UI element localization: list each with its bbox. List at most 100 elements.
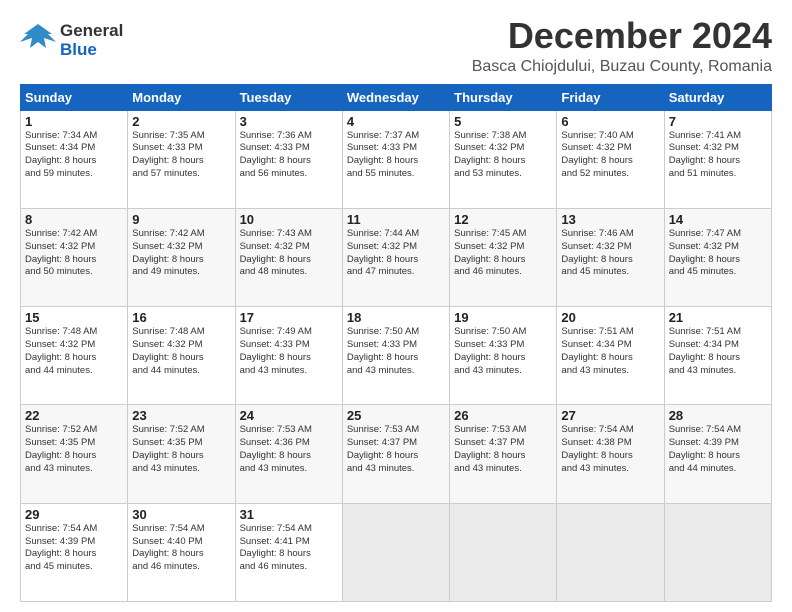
- day-number: 26: [454, 408, 552, 423]
- calendar-cell: [450, 503, 557, 601]
- calendar-cell: [342, 503, 449, 601]
- day-number: 27: [561, 408, 659, 423]
- day-info: Sunrise: 7:43 AMSunset: 4:32 PMDaylight:…: [240, 228, 312, 277]
- col-wednesday: Wednesday: [342, 84, 449, 110]
- calendar-week-row: 8 Sunrise: 7:42 AMSunset: 4:32 PMDayligh…: [21, 208, 772, 306]
- calendar-cell: 9 Sunrise: 7:42 AMSunset: 4:32 PMDayligh…: [128, 208, 235, 306]
- calendar-cell: 19 Sunrise: 7:50 AMSunset: 4:33 PMDaylig…: [450, 307, 557, 405]
- calendar-cell: 31 Sunrise: 7:54 AMSunset: 4:41 PMDaylig…: [235, 503, 342, 601]
- day-number: 11: [347, 212, 445, 227]
- day-number: 23: [132, 408, 230, 423]
- calendar-cell: 6 Sunrise: 7:40 AMSunset: 4:32 PMDayligh…: [557, 110, 664, 208]
- day-number: 8: [25, 212, 123, 227]
- day-number: 24: [240, 408, 338, 423]
- day-info: Sunrise: 7:42 AMSunset: 4:32 PMDaylight:…: [25, 228, 97, 277]
- day-number: 19: [454, 310, 552, 325]
- calendar-cell: 22 Sunrise: 7:52 AMSunset: 4:35 PMDaylig…: [21, 405, 128, 503]
- page: General Blue December 2024 Basca Chiojdu…: [0, 0, 792, 612]
- col-sunday: Sunday: [21, 84, 128, 110]
- calendar-cell: 27 Sunrise: 7:54 AMSunset: 4:38 PMDaylig…: [557, 405, 664, 503]
- col-friday: Friday: [557, 84, 664, 110]
- calendar-cell: 3 Sunrise: 7:36 AMSunset: 4:33 PMDayligh…: [235, 110, 342, 208]
- day-number: 2: [132, 114, 230, 129]
- day-info: Sunrise: 7:35 AMSunset: 4:33 PMDaylight:…: [132, 130, 204, 179]
- day-info: Sunrise: 7:41 AMSunset: 4:32 PMDaylight:…: [669, 130, 741, 179]
- day-number: 18: [347, 310, 445, 325]
- day-info: Sunrise: 7:51 AMSunset: 4:34 PMDaylight:…: [669, 326, 741, 375]
- calendar-week-row: 1 Sunrise: 7:34 AMSunset: 4:34 PMDayligh…: [21, 110, 772, 208]
- calendar-cell: 17 Sunrise: 7:49 AMSunset: 4:33 PMDaylig…: [235, 307, 342, 405]
- day-info: Sunrise: 7:48 AMSunset: 4:32 PMDaylight:…: [132, 326, 204, 375]
- col-monday: Monday: [128, 84, 235, 110]
- col-saturday: Saturday: [664, 84, 771, 110]
- day-info: Sunrise: 7:50 AMSunset: 4:33 PMDaylight:…: [454, 326, 526, 375]
- calendar-cell: 13 Sunrise: 7:46 AMSunset: 4:32 PMDaylig…: [557, 208, 664, 306]
- day-info: Sunrise: 7:54 AMSunset: 4:39 PMDaylight:…: [25, 523, 97, 572]
- day-info: Sunrise: 7:47 AMSunset: 4:32 PMDaylight:…: [669, 228, 741, 277]
- calendar-cell: 28 Sunrise: 7:54 AMSunset: 4:39 PMDaylig…: [664, 405, 771, 503]
- day-info: Sunrise: 7:42 AMSunset: 4:32 PMDaylight:…: [132, 228, 204, 277]
- day-number: 30: [132, 507, 230, 522]
- day-number: 13: [561, 212, 659, 227]
- calendar-cell: 14 Sunrise: 7:47 AMSunset: 4:32 PMDaylig…: [664, 208, 771, 306]
- day-number: 9: [132, 212, 230, 227]
- day-info: Sunrise: 7:44 AMSunset: 4:32 PMDaylight:…: [347, 228, 419, 277]
- day-info: Sunrise: 7:54 AMSunset: 4:40 PMDaylight:…: [132, 523, 204, 572]
- day-number: 25: [347, 408, 445, 423]
- calendar-cell: 18 Sunrise: 7:50 AMSunset: 4:33 PMDaylig…: [342, 307, 449, 405]
- calendar-cell: 12 Sunrise: 7:45 AMSunset: 4:32 PMDaylig…: [450, 208, 557, 306]
- calendar-cell: 4 Sunrise: 7:37 AMSunset: 4:33 PMDayligh…: [342, 110, 449, 208]
- day-number: 16: [132, 310, 230, 325]
- calendar-cell: 23 Sunrise: 7:52 AMSunset: 4:35 PMDaylig…: [128, 405, 235, 503]
- calendar-cell: 25 Sunrise: 7:53 AMSunset: 4:37 PMDaylig…: [342, 405, 449, 503]
- day-info: Sunrise: 7:54 AMSunset: 4:39 PMDaylight:…: [669, 424, 741, 473]
- day-info: Sunrise: 7:34 AMSunset: 4:34 PMDaylight:…: [25, 130, 97, 179]
- day-info: Sunrise: 7:52 AMSunset: 4:35 PMDaylight:…: [132, 424, 204, 473]
- day-number: 1: [25, 114, 123, 129]
- calendar-cell: 20 Sunrise: 7:51 AMSunset: 4:34 PMDaylig…: [557, 307, 664, 405]
- calendar-cell: [664, 503, 771, 601]
- subtitle: Basca Chiojdului, Buzau County, Romania: [472, 58, 772, 76]
- calendar-week-row: 29 Sunrise: 7:54 AMSunset: 4:39 PMDaylig…: [21, 503, 772, 601]
- day-number: 6: [561, 114, 659, 129]
- logo-bird-svg: [20, 20, 56, 56]
- logo-general: General: [60, 22, 123, 41]
- calendar-cell: 16 Sunrise: 7:48 AMSunset: 4:32 PMDaylig…: [128, 307, 235, 405]
- main-title: December 2024: [472, 16, 772, 56]
- day-number: 4: [347, 114, 445, 129]
- calendar-cell: 26 Sunrise: 7:53 AMSunset: 4:37 PMDaylig…: [450, 405, 557, 503]
- day-number: 17: [240, 310, 338, 325]
- day-number: 31: [240, 507, 338, 522]
- calendar-cell: 15 Sunrise: 7:48 AMSunset: 4:32 PMDaylig…: [21, 307, 128, 405]
- day-number: 12: [454, 212, 552, 227]
- logo-blue: Blue: [60, 41, 123, 60]
- day-info: Sunrise: 7:38 AMSunset: 4:32 PMDaylight:…: [454, 130, 526, 179]
- day-number: 3: [240, 114, 338, 129]
- calendar-cell: 8 Sunrise: 7:42 AMSunset: 4:32 PMDayligh…: [21, 208, 128, 306]
- day-number: 21: [669, 310, 767, 325]
- calendar-cell: [557, 503, 664, 601]
- day-number: 10: [240, 212, 338, 227]
- day-info: Sunrise: 7:53 AMSunset: 4:36 PMDaylight:…: [240, 424, 312, 473]
- header: General Blue December 2024 Basca Chiojdu…: [20, 16, 772, 76]
- day-info: Sunrise: 7:37 AMSunset: 4:33 PMDaylight:…: [347, 130, 419, 179]
- day-info: Sunrise: 7:53 AMSunset: 4:37 PMDaylight:…: [347, 424, 419, 473]
- calendar-cell: 21 Sunrise: 7:51 AMSunset: 4:34 PMDaylig…: [664, 307, 771, 405]
- day-number: 28: [669, 408, 767, 423]
- calendar-cell: 29 Sunrise: 7:54 AMSunset: 4:39 PMDaylig…: [21, 503, 128, 601]
- day-number: 14: [669, 212, 767, 227]
- calendar-table: Sunday Monday Tuesday Wednesday Thursday…: [20, 84, 772, 602]
- logo: General Blue: [20, 16, 123, 61]
- col-thursday: Thursday: [450, 84, 557, 110]
- day-number: 29: [25, 507, 123, 522]
- calendar-header-row: Sunday Monday Tuesday Wednesday Thursday…: [21, 84, 772, 110]
- day-info: Sunrise: 7:40 AMSunset: 4:32 PMDaylight:…: [561, 130, 633, 179]
- day-info: Sunrise: 7:51 AMSunset: 4:34 PMDaylight:…: [561, 326, 633, 375]
- day-info: Sunrise: 7:48 AMSunset: 4:32 PMDaylight:…: [25, 326, 97, 375]
- day-info: Sunrise: 7:46 AMSunset: 4:32 PMDaylight:…: [561, 228, 633, 277]
- day-info: Sunrise: 7:53 AMSunset: 4:37 PMDaylight:…: [454, 424, 526, 473]
- calendar-week-row: 22 Sunrise: 7:52 AMSunset: 4:35 PMDaylig…: [21, 405, 772, 503]
- calendar-cell: 24 Sunrise: 7:53 AMSunset: 4:36 PMDaylig…: [235, 405, 342, 503]
- day-number: 22: [25, 408, 123, 423]
- day-number: 7: [669, 114, 767, 129]
